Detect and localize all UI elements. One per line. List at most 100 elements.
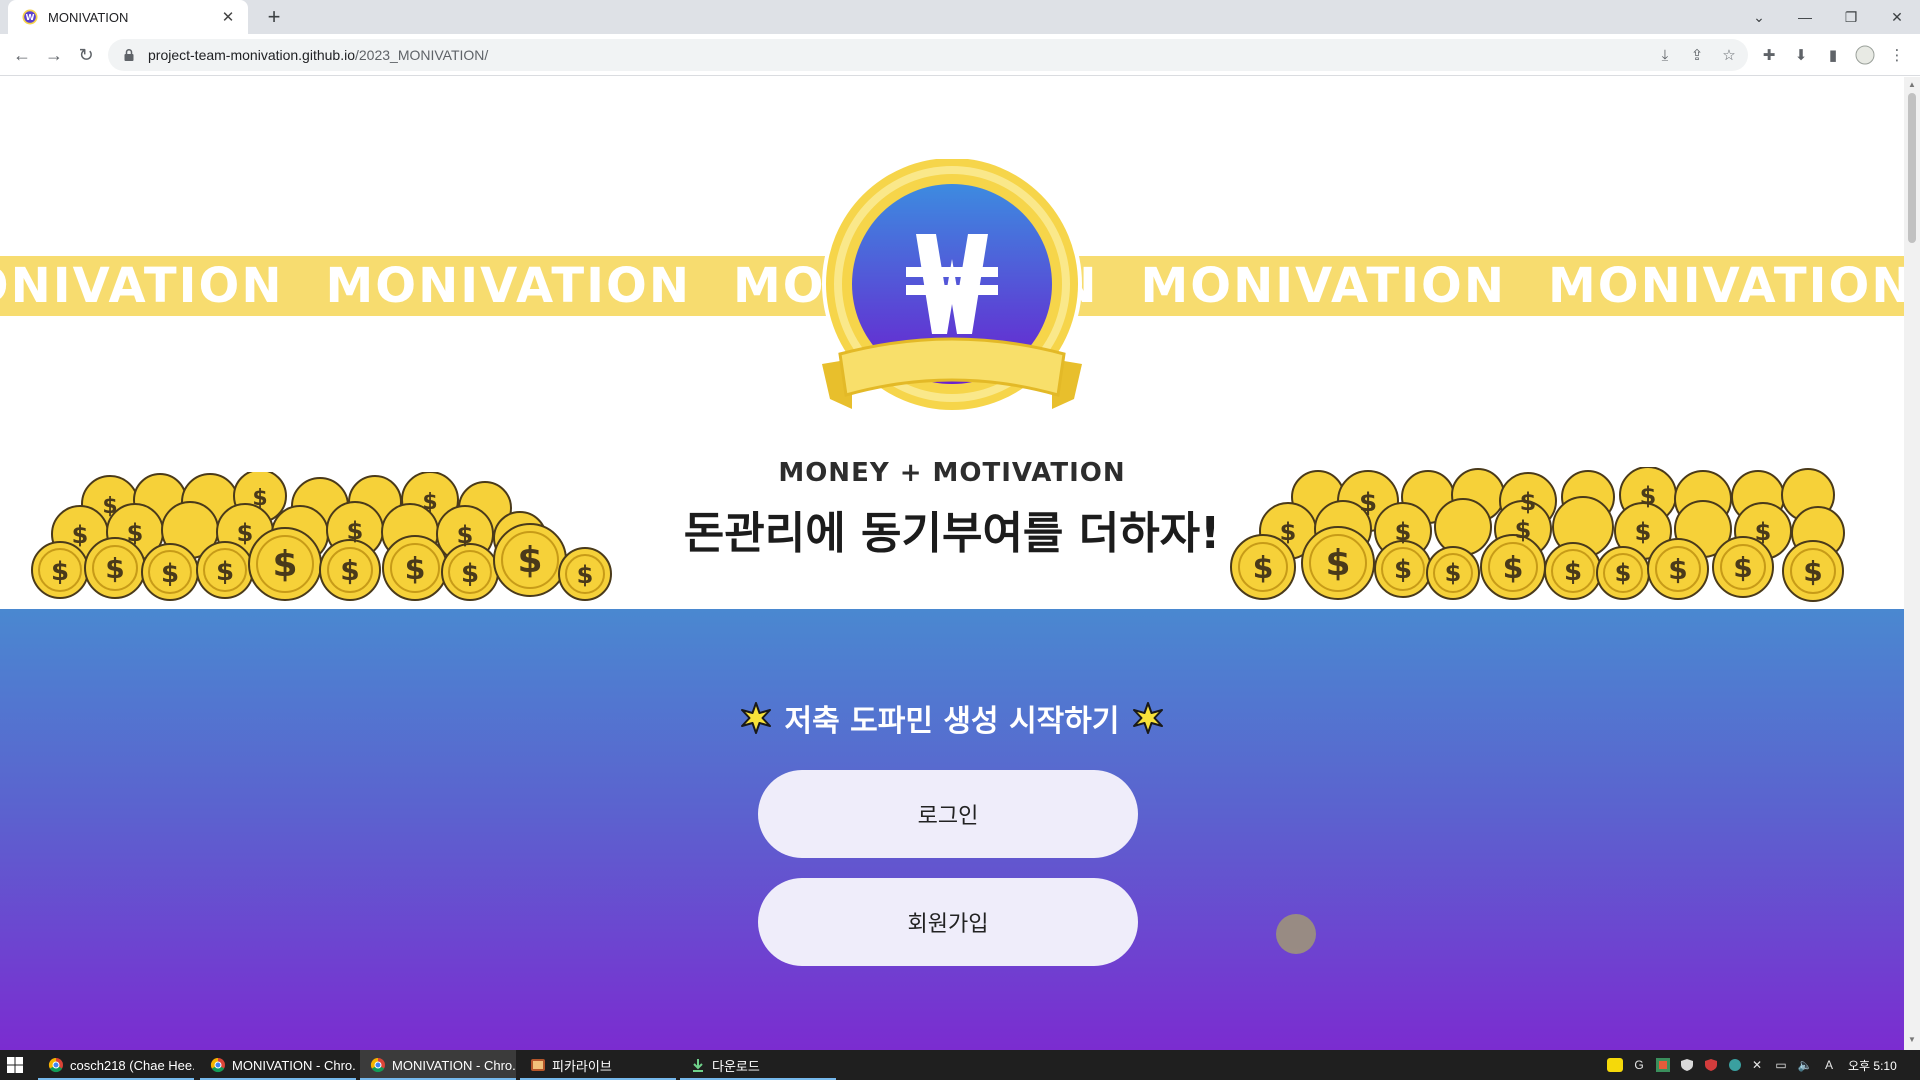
page-scrollbar[interactable]: ▲ ▼ [1904, 77, 1920, 1050]
svg-text:$: $ [1640, 482, 1657, 510]
svg-text:$: $ [102, 494, 117, 519]
scroll-down-arrow-icon[interactable]: ▼ [1907, 1035, 1917, 1044]
scroll-up-arrow-icon[interactable]: ▲ [1907, 80, 1917, 89]
address-bar[interactable]: project-team-monivation.github.io/2023_M… [108, 39, 1748, 71]
tab-strip: W MONIVATION ✕ + ⌄ ― ❐ ✕ [0, 0, 1920, 34]
mute-tray-icon[interactable]: ✕ [1748, 1056, 1766, 1074]
svg-text:$: $ [1803, 555, 1822, 588]
back-icon[interactable]: ← [8, 41, 36, 69]
login-button[interactable]: 로그인 [758, 770, 1138, 858]
taskbar-item[interactable]: 피카라이브 [520, 1050, 676, 1080]
bookmark-star-icon[interactable]: ☆ [1716, 42, 1742, 68]
svg-text:$: $ [1394, 555, 1412, 585]
taskbar-item[interactable]: MONIVATION - Chro... [200, 1050, 356, 1080]
page-viewport: MONIVATION MONIVATION MONIVATION MONIVATION… [0, 77, 1904, 1050]
share-icon[interactable]: ⇪ [1684, 42, 1710, 68]
new-tab-button[interactable]: + [260, 4, 288, 30]
windows-start-icon[interactable] [6, 1056, 24, 1074]
menu-kebab-icon[interactable]: ⋮ [1884, 42, 1910, 68]
close-window-icon[interactable]: ✕ [1874, 0, 1920, 34]
svg-text:$: $ [517, 540, 542, 581]
svg-text:$: $ [347, 517, 364, 545]
svg-text:$: $ [51, 557, 69, 587]
tab-title: MONIVATION [48, 9, 129, 25]
security-tray-icon[interactable] [1702, 1056, 1720, 1074]
svg-text:$: $ [457, 521, 474, 549]
tab-search-icon[interactable]: ⌄ [1736, 0, 1782, 34]
sparkle-star-icon [1133, 702, 1164, 734]
extensions-icon[interactable]: ✚ [1756, 42, 1782, 68]
monivation-favicon-icon: W [22, 9, 38, 25]
svg-text:$: $ [1515, 516, 1532, 544]
signup-button[interactable]: 회원가입 [758, 878, 1138, 966]
network-app-tray-icon[interactable] [1726, 1056, 1744, 1074]
cta-section: 저축 도파민 생성 시작하기 로그인 회원가입 [0, 609, 1904, 1050]
forward-icon[interactable]: → [40, 41, 68, 69]
taskbar-item-label: cosch218 (Chae Hee... [70, 1057, 194, 1073]
svg-text:$: $ [405, 552, 426, 587]
install-app-icon[interactable]: ⤓ [1652, 42, 1678, 68]
svg-text:$: $ [1635, 518, 1652, 546]
cta-heading: 저축 도파민 생성 시작하기 [0, 696, 1904, 740]
svg-text:$: $ [272, 544, 297, 585]
svg-text:$: $ [340, 554, 359, 587]
marquee-word: MONIVATION [1140, 258, 1506, 314]
svg-text:$: $ [216, 557, 234, 587]
won-medal-logo [822, 159, 1082, 414]
side-panel-icon[interactable]: ▮ [1820, 42, 1846, 68]
kakaotalk-tray-icon[interactable] [1606, 1056, 1624, 1074]
windows-taskbar: cosch218 (Chae Hee... MONIVATION - Chro.… [0, 1050, 1920, 1080]
svg-text:$: $ [1733, 551, 1752, 584]
profile-avatar-icon[interactable] [1852, 42, 1878, 68]
svg-text:$: $ [1359, 488, 1377, 518]
browser-toolbar: ← → ↻ project-team-monivation.github.io/… [0, 34, 1920, 76]
download-arrow-icon [693, 1059, 703, 1072]
svg-text:$: $ [1503, 551, 1524, 586]
minimize-icon[interactable]: ― [1782, 0, 1828, 34]
svg-text:$: $ [1395, 518, 1412, 546]
url-text: project-team-monivation.github.io/2023_M… [148, 47, 488, 63]
svg-text:$: $ [1445, 559, 1462, 587]
taskbar-item[interactable]: cosch218 (Chae Hee... [38, 1050, 194, 1080]
coin-pile-right: $ $ $ $ $ $ $ $ $ $ $ $ $ $ $ $ $ $ [1230, 467, 1845, 602]
svg-text:$: $ [1564, 557, 1582, 587]
g-tray-icon[interactable]: G [1630, 1056, 1648, 1074]
svg-text:$: $ [252, 486, 267, 511]
svg-text:W: W [26, 13, 35, 22]
reload-icon[interactable]: ↻ [72, 41, 100, 69]
shield-tray-icon[interactable] [1678, 1056, 1696, 1074]
app-tray-icon[interactable] [1654, 1056, 1672, 1074]
browser-tab[interactable]: W MONIVATION ✕ [8, 0, 248, 34]
restore-icon[interactable]: ❐ [1828, 0, 1874, 34]
taskbar-item-label: MONIVATION - Chro... [232, 1057, 356, 1073]
taskbar-item-label: 피카라이브 [552, 1058, 612, 1074]
svg-text:$: $ [161, 559, 179, 589]
svg-text:$: $ [577, 561, 594, 589]
downloads-icon[interactable]: ⬇ [1788, 42, 1814, 68]
svg-text:$: $ [127, 519, 144, 547]
tab-close-icon[interactable]: ✕ [218, 8, 238, 26]
ime-language-icon[interactable]: A [1820, 1056, 1838, 1074]
svg-text:$: $ [422, 490, 437, 515]
cta-heading-text: 저축 도파민 생성 시작하기 [784, 704, 1120, 739]
mouse-cursor-indicator [1276, 914, 1316, 954]
volume-tray-icon[interactable]: 🔈 [1796, 1056, 1814, 1074]
svg-text:$: $ [1253, 551, 1274, 586]
svg-text:$: $ [105, 552, 124, 585]
taskbar-item[interactable]: 다운로드 [680, 1050, 836, 1080]
marquee-word: MONIVATION [325, 258, 691, 314]
svg-text:$: $ [1615, 559, 1632, 587]
lock-icon [124, 48, 134, 61]
taskbar-item-active[interactable]: MONIVATION - Chro... [360, 1050, 516, 1080]
sparkle-star-icon [740, 702, 771, 734]
url-path: /2023_MONIVATION/ [355, 47, 489, 63]
marquee-word: MONIVATION [1548, 258, 1904, 314]
network-tray-icon[interactable]: ▭ [1772, 1056, 1790, 1074]
coin-pile-left: $ $ $ $ $ $ $ $ $ $ $ $ $ $ $ $ $ $ [31, 472, 612, 601]
svg-text:$: $ [1520, 488, 1537, 516]
scrollbar-thumb[interactable] [1908, 93, 1916, 243]
svg-text:$: $ [1755, 518, 1772, 546]
url-host: project-team-monivation.github.io [148, 47, 355, 63]
svg-text:$: $ [461, 559, 479, 589]
taskbar-clock[interactable]: 오후 5:10 [1848, 1057, 1897, 1074]
